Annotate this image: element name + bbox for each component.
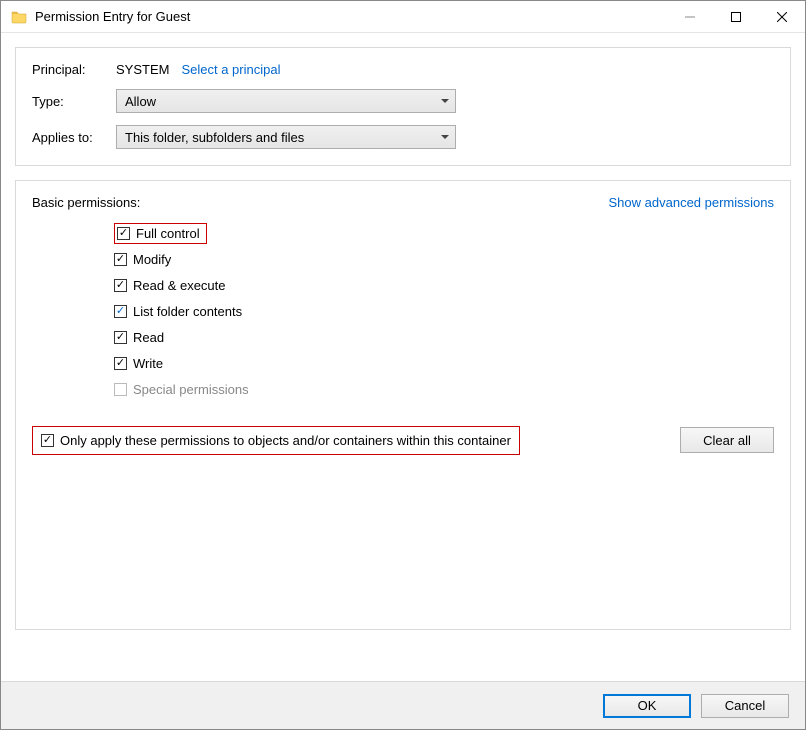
applies-to-label: Applies to: (32, 130, 116, 145)
ok-button[interactable]: OK (603, 694, 691, 718)
permission-row-read: Read (114, 324, 774, 350)
dialog-footer: OK Cancel (1, 681, 805, 729)
ok-label: OK (638, 698, 657, 713)
close-button[interactable] (759, 1, 805, 32)
permission-label: Write (133, 356, 163, 371)
clear-all-label: Clear all (703, 433, 751, 448)
permission-checkbox-list: Full control Modify Read & execute List … (114, 220, 774, 402)
checkbox-only-apply[interactable] (41, 434, 54, 447)
permission-row-full-control: Full control (114, 220, 774, 246)
permission-row-list-folder: List folder contents (114, 298, 774, 324)
permission-row-special: Special permissions (114, 376, 774, 402)
highlight-box: Full control (114, 223, 207, 244)
highlight-box: Only apply these permissions to objects … (32, 426, 520, 455)
permission-row-read-execute: Read & execute (114, 272, 774, 298)
permission-row-write: Write (114, 350, 774, 376)
principal-section: Principal: SYSTEM Select a principal Typ… (15, 47, 791, 166)
checkbox-full-control[interactable] (117, 227, 130, 240)
maximize-button[interactable] (713, 1, 759, 32)
applies-to-select-value: This folder, subfolders and files (125, 130, 304, 145)
clear-all-button[interactable]: Clear all (680, 427, 774, 453)
cancel-label: Cancel (725, 698, 765, 713)
checkbox-list-folder[interactable] (114, 305, 127, 318)
select-principal-link[interactable]: Select a principal (181, 62, 280, 77)
window-title: Permission Entry for Guest (35, 9, 667, 24)
window-controls (667, 1, 805, 32)
principal-value: SYSTEM (116, 62, 169, 77)
permission-label: Special permissions (133, 382, 249, 397)
permission-row-modify: Modify (114, 246, 774, 272)
only-apply-row: Only apply these permissions to objects … (32, 426, 774, 455)
basic-permissions-label: Basic permissions: (32, 195, 140, 210)
permissions-section: Basic permissions: Show advanced permiss… (15, 180, 791, 630)
checkbox-modify[interactable] (114, 253, 127, 266)
checkbox-special (114, 383, 127, 396)
chevron-down-icon (441, 135, 449, 139)
type-select-value: Allow (125, 94, 156, 109)
type-select[interactable]: Allow (116, 89, 456, 113)
permission-label: Read (133, 330, 164, 345)
permission-label: Modify (133, 252, 171, 267)
titlebar: Permission Entry for Guest (1, 1, 805, 33)
checkbox-read-execute[interactable] (114, 279, 127, 292)
checkbox-read[interactable] (114, 331, 127, 344)
only-apply-label: Only apply these permissions to objects … (60, 433, 511, 448)
folder-icon (11, 9, 27, 25)
permission-label: Read & execute (133, 278, 226, 293)
permission-label: List folder contents (133, 304, 242, 319)
applies-to-select[interactable]: This folder, subfolders and files (116, 125, 456, 149)
show-advanced-link[interactable]: Show advanced permissions (609, 195, 774, 210)
permission-label: Full control (136, 226, 200, 241)
minimize-button[interactable] (667, 1, 713, 32)
checkbox-write[interactable] (114, 357, 127, 370)
type-label: Type: (32, 94, 116, 109)
principal-label: Principal: (32, 62, 116, 77)
cancel-button[interactable]: Cancel (701, 694, 789, 718)
chevron-down-icon (441, 99, 449, 103)
